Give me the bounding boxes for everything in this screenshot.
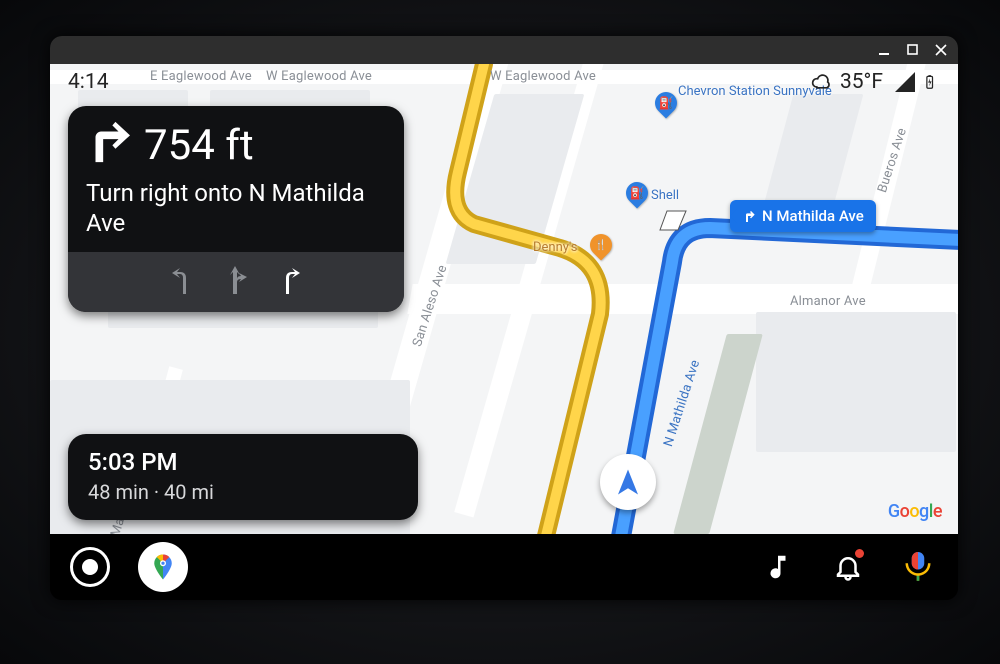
lane-guidance [68, 252, 404, 312]
eta-card[interactable]: 5:03 PM 48 min · 40 mi [68, 434, 418, 520]
google-watermark: Google [888, 501, 942, 522]
nav-instruction: Turn right onto N Mathilda Ave [68, 174, 404, 252]
navigation-card[interactable]: 754 ft Turn right onto N Mathilda Ave [68, 106, 404, 312]
lane-right-icon [276, 264, 304, 298]
notification-dot-icon [855, 549, 864, 558]
assistant-button[interactable] [896, 545, 940, 589]
status-time: 4:14 [68, 70, 109, 94]
street-label: Almanor Ave [790, 294, 866, 309]
eta-arrival-time: 5:03 PM [88, 448, 398, 476]
nav-distance: 754 ft [144, 121, 254, 170]
poi-label: Denny's [533, 240, 578, 255]
google-maps-icon [148, 552, 178, 582]
navigation-arrow-icon [613, 467, 643, 497]
launcher-icon [70, 547, 110, 587]
eta-summary: 48 min · 40 mi [88, 480, 398, 504]
status-temperature: 35°F [840, 70, 883, 94]
notifications-button[interactable] [826, 545, 870, 589]
window-close-icon[interactable] [934, 43, 948, 57]
poi-pin-dennys[interactable]: 🍴 [585, 229, 616, 260]
weather-cloud-icon [811, 72, 831, 92]
poi-label: Shell [651, 188, 679, 203]
status-bar: 4:14 35°F [50, 64, 958, 100]
battery-charging-icon [925, 70, 940, 94]
music-note-icon [763, 552, 793, 582]
window-maximize-icon[interactable] [906, 43, 920, 57]
google-assistant-icon [903, 552, 933, 582]
current-location-puck[interactable] [600, 454, 656, 510]
window-chrome [50, 36, 958, 64]
launcher-button[interactable] [68, 545, 112, 589]
lane-straight-right-icon [222, 264, 250, 298]
turn-right-icon [740, 208, 756, 224]
google-maps-button[interactable] [138, 542, 188, 592]
turn-right-icon [84, 120, 130, 170]
poi-pin-shell[interactable]: ⛽ [621, 177, 652, 208]
lane-left-icon [168, 264, 196, 298]
nav-rail [50, 534, 958, 600]
route-street-chip[interactable]: N Mathilda Ave [730, 200, 876, 232]
cell-signal-icon [893, 70, 917, 94]
window-minimize-icon[interactable] [878, 43, 892, 57]
map-canvas[interactable]: E Eaglewood Ave W Eaglewood Ave W Eaglew… [50, 64, 958, 534]
head-unit-display: E Eaglewood Ave W Eaglewood Ave W Eaglew… [50, 36, 958, 600]
route-street-name: N Mathilda Ave [762, 207, 864, 225]
media-button[interactable] [756, 545, 800, 589]
